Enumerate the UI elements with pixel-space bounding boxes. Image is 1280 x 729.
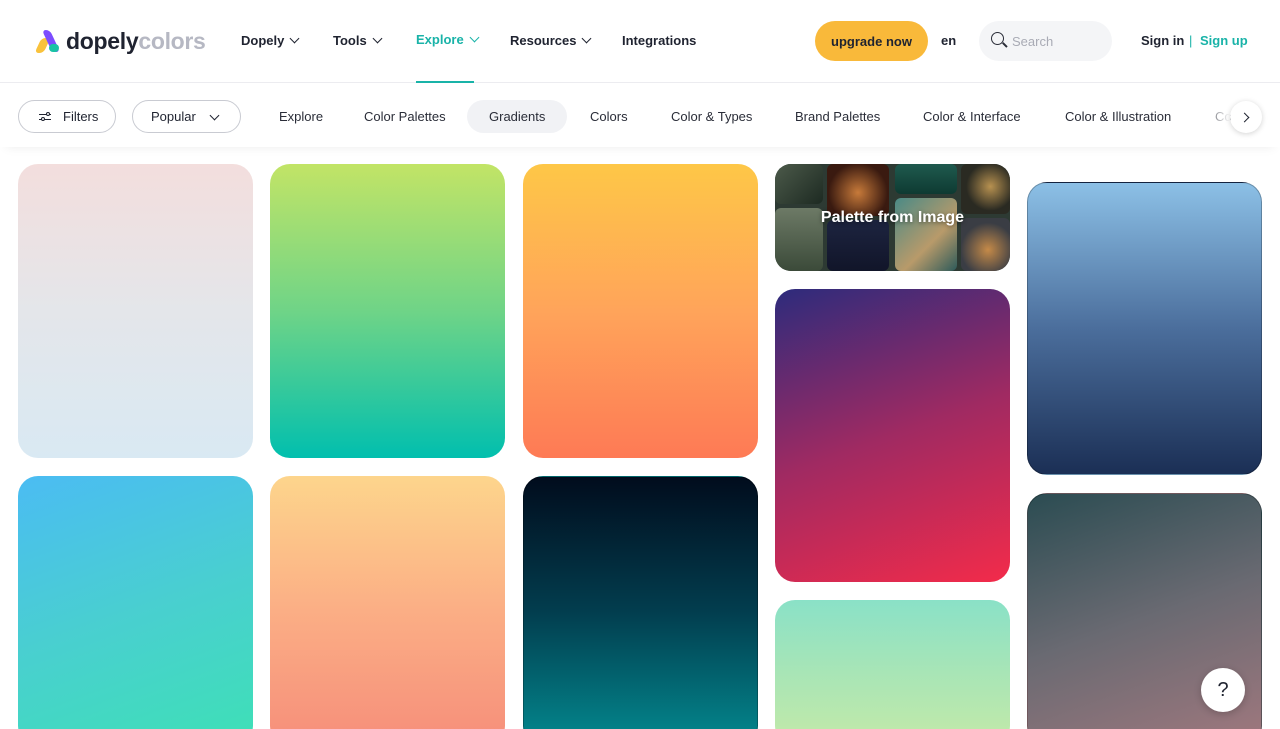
sign-in-link[interactable]: Sign in <box>1141 33 1184 48</box>
filters-button[interactable]: Filters <box>18 100 116 133</box>
chevron-down-icon <box>209 110 220 121</box>
category-color-interface[interactable]: Color & Interface <box>923 100 1021 133</box>
gradient-card[interactable] <box>775 289 1010 582</box>
nav-tools[interactable]: Tools <box>333 33 383 48</box>
gradient-card[interactable] <box>1027 182 1262 475</box>
palette-from-image-label: Palette from Image <box>820 208 965 226</box>
category-explore[interactable]: Explore <box>279 100 323 133</box>
nav-tools-label: Tools <box>333 33 367 48</box>
help-button[interactable]: ? <box>1201 668 1245 712</box>
category-fade-overlay <box>1200 84 1230 147</box>
nav-integrations-label: Integrations <box>622 33 697 48</box>
top-navigation: dopelycolors Dopely Tools Explore Resour… <box>0 0 1280 83</box>
gradient-card[interactable] <box>270 164 505 458</box>
sign-up-link[interactable]: Sign up <box>1200 33 1248 48</box>
dopely-logo[interactable]: dopelycolors <box>34 28 206 55</box>
gradient-card[interactable] <box>523 476 758 729</box>
category-filter-bar: Filters Popular Explore Color Palettes G… <box>0 84 1280 147</box>
nav-resources-label: Resources <box>510 33 577 48</box>
category-color-palettes[interactable]: Color Palettes <box>364 100 446 133</box>
logo-wordmark: dopelycolors <box>66 28 206 55</box>
logo-wordmark-bold: dopely <box>66 28 139 54</box>
sort-value: Popular <box>151 109 196 124</box>
upgrade-now-button[interactable]: upgrade now <box>815 21 928 61</box>
search-input[interactable] <box>1012 33 1092 49</box>
nav-explore[interactable]: Explore <box>416 32 480 47</box>
active-nav-indicator <box>416 81 474 83</box>
nav-dopely[interactable]: Dopely <box>241 33 300 48</box>
gradient-card[interactable] <box>270 476 505 729</box>
filters-label: Filters <box>63 109 99 124</box>
scroll-categories-right-button[interactable] <box>1230 101 1262 133</box>
category-colors[interactable]: Colors <box>590 100 628 133</box>
category-gradients[interactable]: Gradients <box>467 100 568 133</box>
logo-mark-icon <box>34 29 61 54</box>
sliders-icon <box>39 111 51 122</box>
palette-from-image-card[interactable]: Palette from Image <box>775 164 1010 271</box>
nav-integrations[interactable]: Integrations <box>622 33 696 48</box>
gradient-card[interactable] <box>523 164 758 458</box>
search-box[interactable] <box>979 21 1112 61</box>
gradient-card[interactable] <box>18 164 253 458</box>
gradient-card[interactable] <box>18 476 253 729</box>
language-selector[interactable]: en <box>941 33 956 48</box>
logo-wordmark-light: colors <box>138 28 206 54</box>
sort-dropdown[interactable]: Popular <box>132 100 241 133</box>
nav-dopely-label: Dopely <box>241 33 285 48</box>
search-icon <box>991 32 1008 48</box>
chevron-down-icon <box>582 33 592 44</box>
category-color-types[interactable]: Color & Types <box>671 100 752 133</box>
gradient-card[interactable] <box>775 600 1010 729</box>
chevron-right-icon <box>1239 112 1250 122</box>
category-color-illustration[interactable]: Color & Illustration <box>1065 100 1171 133</box>
chevron-down-icon <box>289 33 300 44</box>
nav-explore-label: Explore <box>416 32 464 47</box>
nav-resources[interactable]: Resources <box>510 33 592 48</box>
chevron-down-icon <box>469 32 480 43</box>
category-brand-palettes[interactable]: Brand Palettes <box>795 100 880 133</box>
auth-separator: | <box>1189 33 1193 48</box>
chevron-down-icon <box>372 33 383 44</box>
